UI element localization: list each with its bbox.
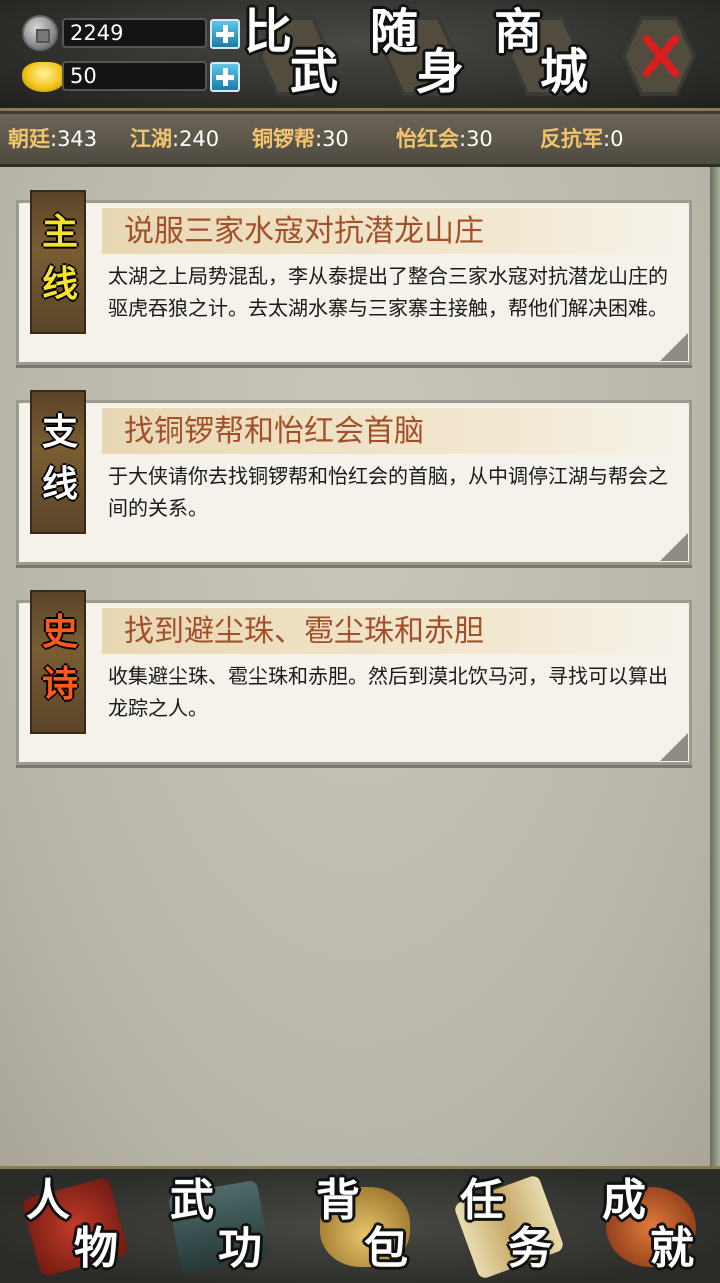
shop-label-2: 城 <box>540 44 589 100</box>
quest-title: 找铜锣帮和怡红会首脑 <box>124 414 424 449</box>
quest-card-epic[interactable]: 找到避尘珠、雹尘珠和赤胆 收集避尘珠、雹尘珠和赤胆。然后到漠北饮马河，寻找可以算… <box>16 590 692 765</box>
duel-label-1: 比 <box>244 4 293 60</box>
faction-jianghu: 江湖:240 <box>130 124 219 154</box>
faction-value: :343 <box>50 127 98 151</box>
tab-char: 史 <box>41 611 78 653</box>
quest-description: 收集避尘珠、雹尘珠和赤胆。然后到漠北饮马河，寻找可以算出龙踪之人。 <box>108 664 668 720</box>
duel-label-2: 武 <box>290 44 339 100</box>
carry-label-2: 身 <box>416 44 465 100</box>
duel-button[interactable]: 比 武 <box>240 6 352 104</box>
faction-name: 朝廷 <box>8 126 50 151</box>
nav-backpack[interactable]: 背 包 <box>294 1173 434 1279</box>
coin-balance: 2249 <box>22 15 240 51</box>
corner-fold-icon <box>660 733 688 761</box>
faction-value: :30 <box>459 127 493 151</box>
faction-yihong: 怡红会:30 <box>396 124 493 154</box>
quest-type-tab-side: 支线 <box>30 390 86 534</box>
nav-label-1: 任 <box>460 1175 504 1226</box>
coin-icon <box>22 15 58 51</box>
tab-char: 支 <box>41 411 78 453</box>
quest-type-tab-epic: 史诗 <box>30 590 86 734</box>
shop-label-1: 商 <box>494 4 543 60</box>
close-icon <box>638 32 682 78</box>
quest-card-main[interactable]: 说服三家水寇对抗潜龙山庄 太湖之上局势混乱，李从泰提出了整合三家水寇对抗潜龙山庄… <box>16 190 692 365</box>
faction-value: :240 <box>172 127 220 151</box>
quest-type-tab-main: 主线 <box>30 190 86 334</box>
faction-value: :0 <box>603 127 624 151</box>
close-button[interactable] <box>622 16 696 96</box>
quest-description: 太湖之上局势混乱，李从泰提出了整合三家水寇对抗潜龙山庄的驱虎吞狼之计。去太湖水寨… <box>108 264 668 320</box>
nav-label-1: 武 <box>170 1175 214 1226</box>
ingot-balance: 50 <box>22 58 240 94</box>
quest-card-side[interactable]: 找铜锣帮和怡红会首脑 于大侠请你去找铜锣帮和怡红会的首脑，从中调停江湖与帮会之间… <box>16 390 692 565</box>
carry-button[interactable]: 随 身 <box>366 6 478 104</box>
add-ingots-button[interactable] <box>210 62 240 92</box>
shop-button[interactable]: 商 城 <box>490 6 602 104</box>
quest-description: 于大侠请你去找铜锣帮和怡红会的首脑，从中调停江湖与帮会之间的关系。 <box>108 464 668 520</box>
gold-ingot-icon <box>22 62 66 92</box>
nav-label-2: 功 <box>218 1223 262 1274</box>
nav-label-1: 背 <box>316 1175 360 1226</box>
faction-rebels: 反抗军:0 <box>540 124 623 154</box>
nav-martial-arts[interactable]: 武 功 <box>148 1173 288 1279</box>
nav-label-2: 就 <box>650 1223 694 1274</box>
faction-court: 朝廷:343 <box>8 124 97 154</box>
carry-label-1: 随 <box>370 4 419 60</box>
faction-tongluo: 铜锣帮:30 <box>252 124 349 154</box>
nav-quests[interactable]: 任 务 <box>438 1173 578 1280</box>
nav-character[interactable]: 人 物 <box>4 1173 144 1279</box>
corner-fold-icon <box>660 533 688 561</box>
faction-reputation-bar: 朝廷:343 江湖:240 铜锣帮:30 怡红会:30 反抗军:0 <box>0 114 720 167</box>
faction-value: :30 <box>315 127 349 151</box>
add-coins-button[interactable] <box>210 19 240 49</box>
tab-char: 线 <box>41 263 78 305</box>
nav-label-2: 物 <box>74 1223 118 1274</box>
coin-amount: 2249 <box>62 18 207 48</box>
tab-char: 线 <box>41 463 78 505</box>
nav-label-2: 包 <box>364 1223 408 1274</box>
faction-name: 江湖 <box>130 126 172 151</box>
nav-achievements[interactable]: 成 就 <box>580 1173 720 1279</box>
nav-label-2: 务 <box>508 1223 552 1274</box>
tab-char: 诗 <box>41 663 78 705</box>
top-bar: 2249 50 比 武 随 身 商 城 <box>0 0 720 111</box>
faction-name: 反抗军 <box>540 126 603 151</box>
corner-fold-icon <box>660 333 688 361</box>
panel-edge <box>710 167 720 1167</box>
faction-name: 铜锣帮 <box>252 126 315 151</box>
bottom-nav: 人 物 武 功 背 包 任 务 成 就 <box>0 1166 720 1283</box>
quest-title: 说服三家水寇对抗潜龙山庄 <box>124 214 484 249</box>
faction-name: 怡红会 <box>396 126 459 151</box>
nav-label-1: 人 <box>26 1175 70 1226</box>
nav-label-1: 成 <box>602 1175 646 1226</box>
ingot-amount: 50 <box>62 61 207 91</box>
quest-title: 找到避尘珠、雹尘珠和赤胆 <box>124 614 484 649</box>
tab-char: 主 <box>41 211 78 253</box>
